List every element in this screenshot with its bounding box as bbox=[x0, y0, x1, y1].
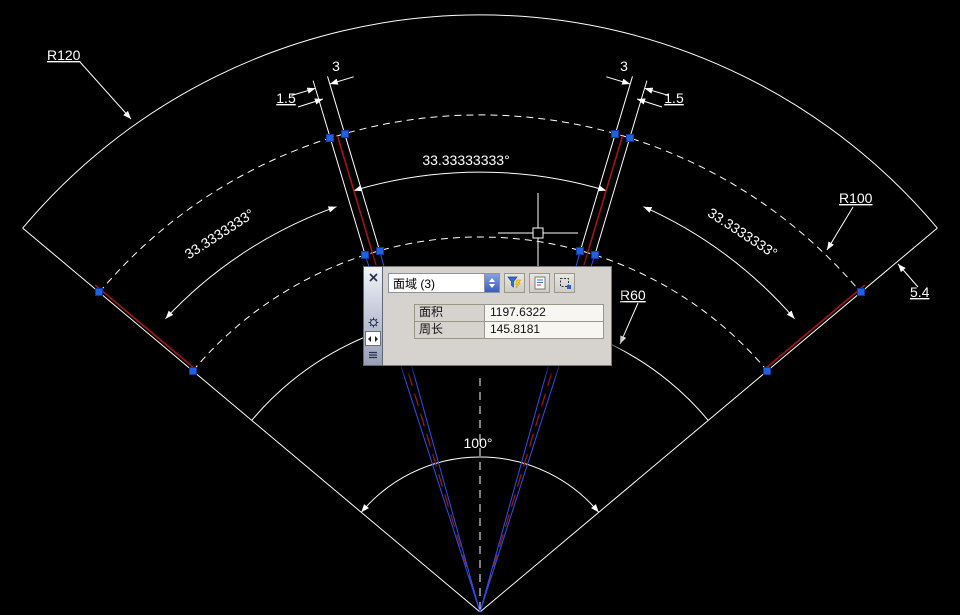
left-slot-centerline[interactable] bbox=[336, 135, 374, 254]
grip[interactable] bbox=[857, 288, 865, 296]
selection-options-button[interactable] bbox=[554, 273, 575, 293]
grip[interactable] bbox=[361, 251, 369, 259]
outer-arc-r120[interactable] bbox=[22, 14, 938, 229]
dim-arc-left[interactable] bbox=[165, 206, 337, 320]
dim-line-slot-width-right[interactable] bbox=[606, 76, 631, 85]
autocad-drawing-area: R120 R100 R60 5.4 3 1.5 3 1.5 33.3333333… bbox=[0, 0, 960, 615]
right-slot-centerline[interactable] bbox=[586, 135, 624, 254]
spinner-icon[interactable] bbox=[484, 274, 499, 292]
grip[interactable] bbox=[611, 130, 619, 138]
dim-line-slot-width-left[interactable] bbox=[329, 76, 354, 85]
grip[interactable] bbox=[376, 247, 384, 255]
crosshair-cursor bbox=[498, 193, 578, 273]
grip[interactable] bbox=[341, 130, 349, 138]
grip[interactable] bbox=[95, 288, 103, 296]
label-slot-offset-left: 1.5 bbox=[276, 90, 296, 106]
filter-button[interactable] bbox=[504, 273, 525, 293]
label-r60: R60 bbox=[620, 287, 646, 303]
grip[interactable] bbox=[326, 134, 334, 142]
grip[interactable] bbox=[591, 251, 599, 259]
label-slot-width-left: 3 bbox=[332, 58, 340, 74]
menu-icon[interactable] bbox=[366, 348, 381, 362]
panel-header: 面域 (3) bbox=[388, 273, 606, 293]
right-slot-edge-b[interactable] bbox=[579, 133, 616, 251]
table-row: 面积 1197.6322 bbox=[415, 305, 603, 321]
property-label-perimeter: 周长 bbox=[415, 322, 485, 338]
left-slot-edge-b[interactable] bbox=[344, 133, 381, 251]
left-slot-edge-a[interactable] bbox=[329, 137, 366, 256]
close-icon[interactable] bbox=[366, 270, 381, 284]
label-r100: R100 bbox=[839, 190, 873, 206]
ext-line bbox=[629, 80, 648, 139]
leader-r60[interactable] bbox=[619, 302, 639, 345]
property-value-perimeter[interactable]: 145.8181 bbox=[485, 322, 603, 338]
pickbox bbox=[532, 227, 544, 239]
properties-table: 面积 1197.6322 周长 145.8181 bbox=[414, 304, 604, 339]
leader-offset-left[interactable] bbox=[297, 98, 324, 108]
right-slot-edge-a[interactable] bbox=[594, 137, 631, 256]
table-row: 周长 145.8181 bbox=[415, 321, 603, 338]
dim-arc-between-slots[interactable] bbox=[353, 171, 607, 192]
leader-r120[interactable] bbox=[79, 61, 132, 120]
left-edge-segment[interactable] bbox=[94, 284, 196, 370]
grip[interactable] bbox=[189, 367, 197, 375]
label-angle-top: 33.33333333° bbox=[422, 152, 509, 168]
label-angle-right: 33.3333333° bbox=[705, 204, 780, 261]
leader-r100[interactable] bbox=[826, 206, 854, 251]
palette-title-strip[interactable] bbox=[363, 266, 383, 366]
grip[interactable] bbox=[576, 247, 584, 255]
dimension-texts: R120 R100 R60 5.4 3 1.5 3 1.5 33.3333333… bbox=[47, 47, 930, 451]
label-slot-offset-right: 1.5 bbox=[664, 90, 684, 106]
properties-sheet-button[interactable] bbox=[529, 273, 550, 293]
label-r120: R120 bbox=[47, 47, 81, 63]
grip[interactable] bbox=[763, 367, 771, 375]
ext-line bbox=[614, 76, 633, 134]
quick-properties-panel: 面域 (3) 面积 1197.6322 周长 145.8181 bbox=[383, 266, 612, 366]
ext-line bbox=[312, 80, 331, 139]
leader-offset-right[interactable] bbox=[636, 98, 663, 108]
object-type-combobox[interactable]: 面域 (3) bbox=[388, 273, 500, 293]
property-value-area[interactable]: 1197.6322 bbox=[485, 305, 603, 321]
label-angle-total: 100° bbox=[464, 435, 493, 451]
label-angle-left: 33.3333333° bbox=[182, 205, 257, 262]
right-edge-segment[interactable] bbox=[764, 284, 866, 370]
selected-red-edges[interactable] bbox=[94, 135, 866, 613]
customize-arrows-icon[interactable] bbox=[365, 331, 381, 346]
property-label-area: 面积 bbox=[415, 305, 485, 321]
grip[interactable] bbox=[626, 134, 634, 142]
gear-icon[interactable] bbox=[366, 315, 381, 329]
quick-properties-palette[interactable]: 面域 (3) 面积 1197.6322 周长 145.8181 bbox=[363, 266, 612, 366]
label-gap: 5.4 bbox=[910, 284, 930, 300]
label-slot-width-right: 3 bbox=[620, 58, 628, 74]
ext-line bbox=[327, 76, 346, 134]
object-type-value: 面域 (3) bbox=[393, 276, 436, 291]
